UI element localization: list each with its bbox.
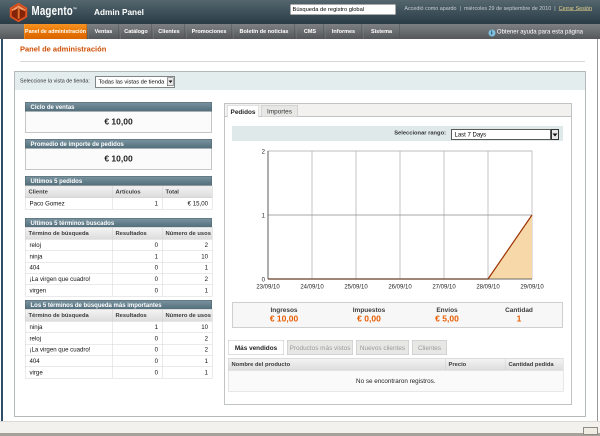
- svg-text:26/09/10: 26/09/10: [388, 285, 412, 291]
- svg-text:29/09/10: 29/09/10: [520, 285, 544, 291]
- svg-text:25/09/10: 25/09/10: [344, 285, 368, 291]
- svg-text:0: 0: [262, 278, 266, 284]
- svg-text:28/09/10: 28/09/10: [476, 285, 500, 291]
- svg-text:2: 2: [262, 150, 266, 156]
- svg-text:1: 1: [262, 214, 266, 220]
- svg-text:27/09/10: 27/09/10: [432, 285, 456, 291]
- svg-text:23/09/10: 23/09/10: [256, 285, 280, 291]
- svg-text:24/09/10: 24/09/10: [300, 285, 324, 291]
